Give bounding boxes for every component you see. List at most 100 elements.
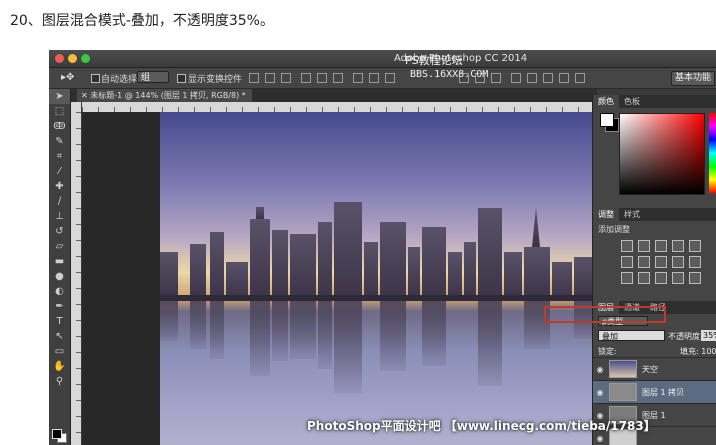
channel-mixer-icon[interactable] xyxy=(689,256,701,268)
zoom-window-button[interactable] xyxy=(81,54,90,63)
auto-select-label: 自动选择: xyxy=(101,75,141,85)
color-panel-tabs: 颜色 色板 xyxy=(593,95,716,108)
layer-name: 图层 1 拷贝 xyxy=(642,387,685,397)
tab-adjustments[interactable]: 调整 xyxy=(593,208,619,221)
options-bar: ▸✥ 自动选择: 组 显示变换控件 基本功能 xyxy=(49,68,716,89)
layer-thumbnail xyxy=(609,360,637,378)
tab-styles[interactable]: 样式 xyxy=(619,208,645,221)
threshold-icon[interactable] xyxy=(655,272,667,284)
adjustments-panel: 添加调整 xyxy=(593,221,716,301)
align-left-icon[interactable] xyxy=(301,73,311,83)
distribute-right-icon[interactable] xyxy=(491,73,501,83)
footer-watermark: PhotoShop平面设计吧 【www.linecg.com/tieba/178… xyxy=(307,419,656,433)
workspace-button[interactable]: 基本功能 xyxy=(671,71,715,86)
visibility-eye-icon[interactable]: ◉ xyxy=(593,365,607,374)
visibility-eye-icon[interactable]: ◉ xyxy=(593,434,607,443)
layer-row-layer1-copy[interactable]: ◉ 图层 1 拷贝 xyxy=(593,381,716,404)
tab-color[interactable]: 颜色 xyxy=(593,95,619,108)
hue-saturation-icon[interactable] xyxy=(621,256,633,268)
show-transform-checkbox[interactable] xyxy=(177,74,186,83)
minimize-window-button[interactable] xyxy=(68,54,77,63)
blur-tool-icon[interactable]: ● xyxy=(49,269,70,284)
curves-icon[interactable] xyxy=(655,240,667,252)
3d-rotate-icon[interactable] xyxy=(511,73,521,83)
align-top-icon[interactable] xyxy=(249,73,259,83)
tab-swatches[interactable]: 色板 xyxy=(619,95,645,108)
brightness-icon[interactable] xyxy=(621,240,633,252)
close-window-button[interactable] xyxy=(55,54,64,63)
3d-roll-icon[interactable] xyxy=(527,73,537,83)
lasso-tool-icon[interactable]: ↂ xyxy=(49,119,70,134)
pen-tool-icon[interactable]: ✒ xyxy=(49,299,70,314)
healing-tool-icon[interactable]: ✚ xyxy=(49,179,70,194)
step-title: 20、图层混合模式-叠加，不透明度35%。 xyxy=(10,13,274,29)
vertical-ruler-ticks xyxy=(76,112,81,445)
layer-name: 天空 xyxy=(642,364,658,374)
path-select-tool-icon[interactable]: ↖ xyxy=(49,329,70,344)
vibrance-icon[interactable] xyxy=(689,240,701,252)
document-tab[interactable]: ✕ 未标题-1 @ 144% (图层 1 拷贝, RGB/8) * xyxy=(77,89,252,102)
align-right-icon[interactable] xyxy=(333,73,343,83)
move-icon[interactable]: ▸✥ xyxy=(61,72,74,83)
opacity-input[interactable]: 35% xyxy=(701,330,716,341)
layer-row-sky[interactable]: ◉ 天空 xyxy=(593,358,716,381)
history-brush-tool-icon[interactable]: ↺ xyxy=(49,224,70,239)
distribute-bottom-icon[interactable] xyxy=(385,73,395,83)
distribute-top-icon[interactable] xyxy=(353,73,363,83)
selective-color-icon[interactable] xyxy=(689,272,701,284)
align-center-icon[interactable] xyxy=(317,73,327,83)
invert-icon[interactable] xyxy=(621,272,633,284)
adjustments-title: 添加调整 xyxy=(598,225,630,234)
crop-tool-icon[interactable]: ⌗ xyxy=(49,149,70,164)
marquee-tool-icon[interactable]: ⬚ xyxy=(49,104,70,119)
document-canvas[interactable] xyxy=(160,112,597,445)
foreground-color-swatch[interactable] xyxy=(52,429,62,439)
color-panel xyxy=(593,108,716,208)
brush-tool-icon[interactable]: ∕ xyxy=(49,194,70,209)
eraser-tool-icon[interactable]: ▱ xyxy=(49,239,70,254)
3d-scale-icon[interactable] xyxy=(575,73,585,83)
lock-label: 锁定: xyxy=(598,347,617,356)
stamp-tool-icon[interactable]: ⊥ xyxy=(49,209,70,224)
exposure-icon[interactable] xyxy=(672,240,684,252)
3d-drag-icon[interactable] xyxy=(543,73,553,83)
blend-opacity-highlight xyxy=(544,306,666,323)
document-tab-bar: ✕ 未标题-1 @ 144% (图层 1 拷贝, RGB/8) * xyxy=(71,89,597,102)
photoshop-window: Adobe Photoshop CC 2014 ▸✥ 自动选择: 组 显示变换控… xyxy=(49,50,716,445)
color-balance-icon[interactable] xyxy=(638,256,650,268)
zoom-tool-icon[interactable]: ⚲ xyxy=(49,374,70,389)
auto-select-dropdown[interactable]: 组 xyxy=(137,71,169,83)
levels-icon[interactable] xyxy=(638,240,650,252)
title-bar: Adobe Photoshop CC 2014 xyxy=(49,50,716,68)
distribute-middle-icon[interactable] xyxy=(369,73,379,83)
color-picker-field[interactable] xyxy=(619,113,705,195)
blend-row: 叠加 不透明度: 35% xyxy=(593,328,716,343)
auto-select-checkbox[interactable] xyxy=(91,74,100,83)
gradient-map-icon[interactable] xyxy=(672,272,684,284)
black-white-icon[interactable] xyxy=(655,256,667,268)
close-tab-icon[interactable]: ✕ xyxy=(81,91,90,100)
visibility-eye-icon[interactable]: ◉ xyxy=(593,388,607,397)
align-middle-icon[interactable] xyxy=(265,73,275,83)
type-tool-icon[interactable]: T xyxy=(49,314,70,329)
shape-tool-icon[interactable]: ▭ xyxy=(49,344,70,359)
hue-slider[interactable] xyxy=(709,113,716,193)
city-skyline-image xyxy=(160,202,597,393)
show-transform-label: 显示变换控件 xyxy=(188,75,243,85)
blend-mode-dropdown[interactable]: 叠加 xyxy=(598,330,665,341)
quick-select-tool-icon[interactable]: ✎ xyxy=(49,134,70,149)
photo-filter-icon[interactable] xyxy=(672,256,684,268)
3d-slide-icon[interactable] xyxy=(559,73,569,83)
move-tool-icon[interactable]: ➤ xyxy=(49,89,70,104)
gradient-tool-icon[interactable]: ▬ xyxy=(49,254,70,269)
align-bottom-icon[interactable] xyxy=(281,73,291,83)
adjustments-panel-tabs: 调整 样式 xyxy=(593,208,716,221)
fill-label[interactable]: 填充: 100% xyxy=(680,346,716,357)
forum-watermark: PS教程论坛 xyxy=(405,54,463,67)
hand-tool-icon[interactable]: ✋ xyxy=(49,359,70,374)
panel-foreground-swatch[interactable] xyxy=(600,113,614,127)
dodge-tool-icon[interactable]: ◐ xyxy=(49,284,70,299)
eyedropper-tool-icon[interactable]: ⁄ xyxy=(49,164,70,179)
posterize-icon[interactable] xyxy=(638,272,650,284)
tools-panel: ➤ ⬚ ↂ ✎ ⌗ ⁄ ✚ ∕ ⊥ ↺ ▱ ▬ ● ◐ ✒ T ↖ ▭ ✋ ⚲ xyxy=(49,89,71,445)
